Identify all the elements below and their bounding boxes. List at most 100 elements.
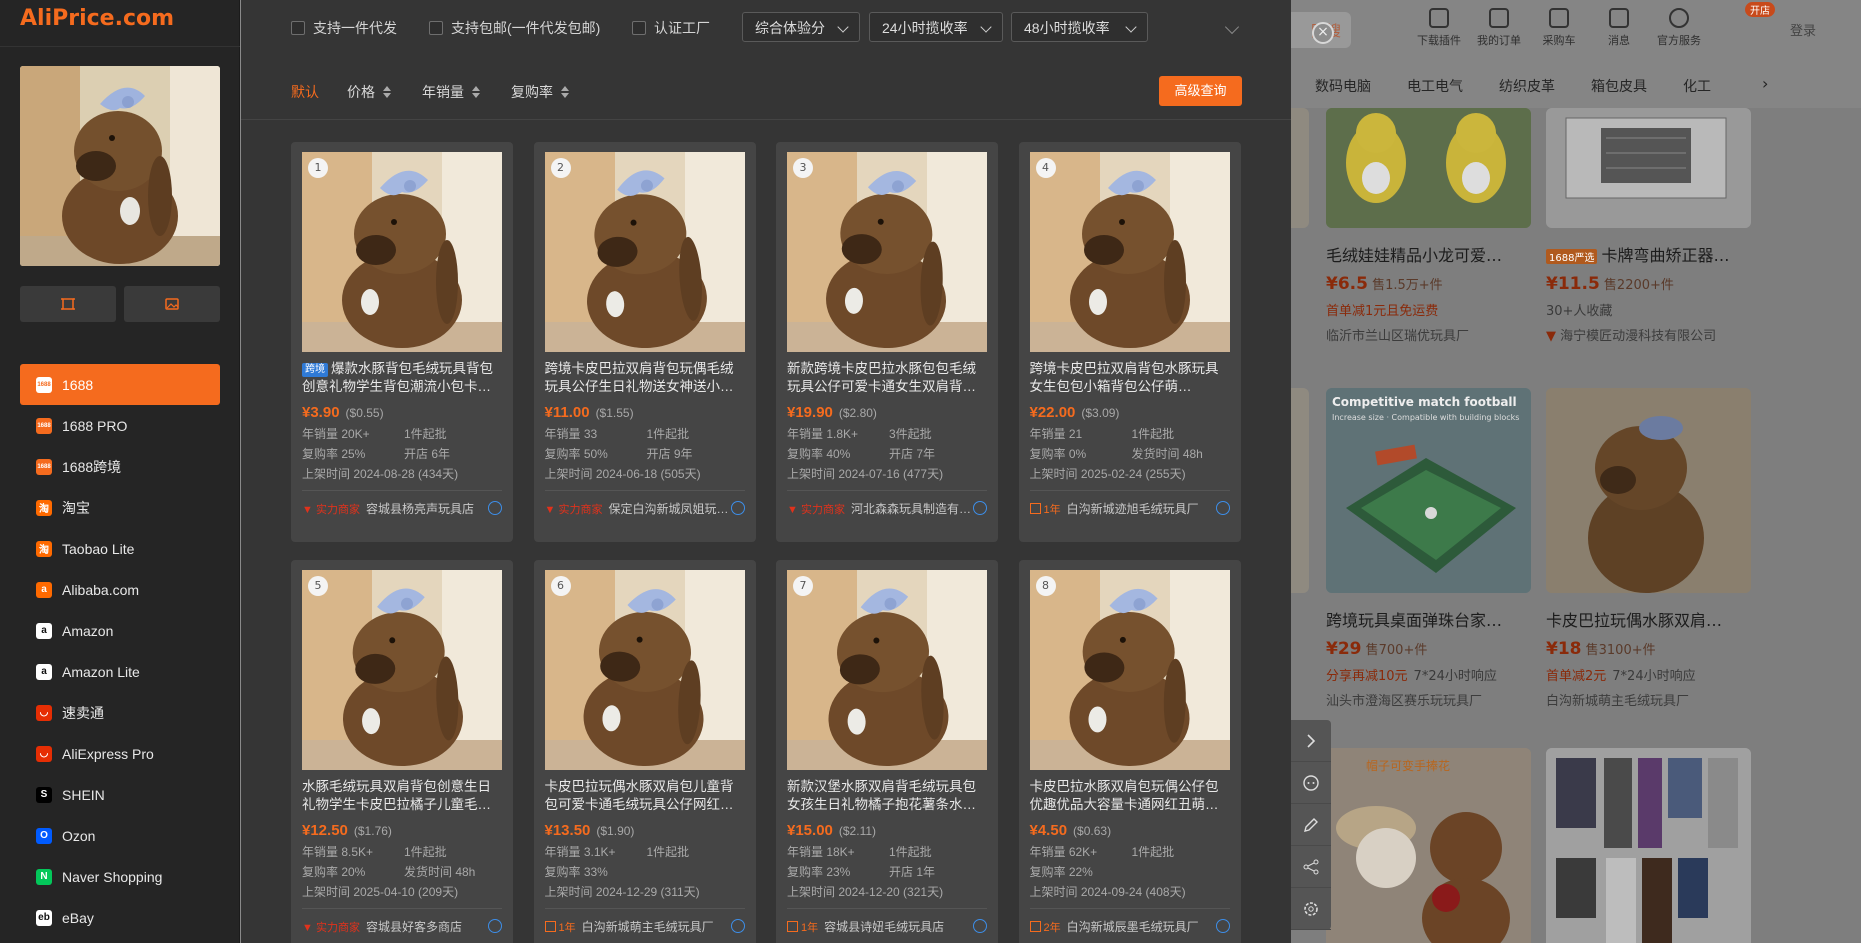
chevron-right-icon[interactable] bbox=[1291, 720, 1331, 762]
dropdown-24h-pickup[interactable]: 24小时揽收率 bbox=[869, 12, 1003, 42]
platform-item[interactable]: a Alibaba.com bbox=[20, 569, 220, 610]
bg-login-link[interactable]: 登录 bbox=[1790, 20, 1816, 39]
bg-header-messages[interactable]: 消息 bbox=[1589, 8, 1649, 48]
bg-header-cart[interactable]: 采购车 bbox=[1529, 8, 1589, 48]
platform-item[interactable]: eb eBay bbox=[20, 897, 220, 938]
bg-category[interactable]: 数码电脑 bbox=[1315, 76, 1371, 96]
shop-chat-icon[interactable] bbox=[1215, 501, 1230, 515]
shop-chat-icon[interactable] bbox=[1215, 919, 1230, 933]
product-title[interactable]: 跨境 爆款水豚背包毛绒玩具背包创意礼物学生背包潮流小包卡… bbox=[302, 360, 502, 396]
shop-name[interactable]: 保定白沟新城凤姐玩… bbox=[608, 500, 728, 517]
platform-item[interactable]: ◡ AliExpress Pro bbox=[20, 733, 220, 774]
shop-chat-icon[interactable] bbox=[730, 501, 745, 515]
bg-product-card[interactable]: 1688严选 卡牌弯曲矫正器… ¥11.5 售2200+件 30+人收藏 ▼ 海宁… bbox=[1546, 108, 1751, 344]
shop-row[interactable]: ▼ 实力商家 容城县好客多商店 bbox=[302, 908, 502, 935]
crop-button[interactable] bbox=[20, 286, 116, 322]
shop-row[interactable]: ▼ 实力商家 河北森森玩具制造有… bbox=[787, 490, 987, 517]
shop-row[interactable]: 1年 容城县诗妞毛绒玩具店 bbox=[787, 908, 987, 935]
platform-item[interactable]: 1688 1688跨境 bbox=[20, 446, 220, 487]
advanced-search-button[interactable]: 高级查询 bbox=[1159, 76, 1242, 106]
shop-name[interactable]: 容城县诗妞毛绒玩具店 bbox=[824, 918, 944, 935]
upload-image-button[interactable] bbox=[124, 286, 220, 322]
shop-chat-icon[interactable] bbox=[973, 501, 987, 515]
product-title[interactable]: 卡皮巴拉水豚双肩包玩偶公仔包优趣优品大容量卡通网红丑萌… bbox=[1030, 778, 1230, 814]
shop-row[interactable]: 2年 白沟新城辰墨毛绒玩具厂 bbox=[1029, 908, 1230, 935]
bg-product-card[interactable] bbox=[1546, 748, 1751, 943]
bg-category[interactable]: 箱包皮具 bbox=[1591, 76, 1647, 96]
filter-free-shipping[interactable]: 支持包邮(一件代发包邮) bbox=[429, 18, 600, 38]
shop-row[interactable]: ▼ 实力商家 保定白沟新城凤姐玩… bbox=[544, 490, 745, 517]
bg-product-shop[interactable]: 白沟新城萌主毛绒玩具厂 bbox=[1546, 690, 1751, 709]
product-title[interactable]: 跨境卡皮巴拉双肩背包水豚玩具女生包包小箱背包公仔萌… bbox=[1030, 360, 1230, 396]
shop-chat-icon[interactable] bbox=[730, 919, 745, 933]
expand-filters-icon[interactable] bbox=[1224, 19, 1240, 35]
product-card[interactable]: 4 跨境卡皮巴拉双肩背包水豚玩具女生包包小箱背包公仔萌… ¥22.00 ($3.0… bbox=[1018, 142, 1241, 542]
product-title[interactable]: 水豚毛绒玩具双肩背包创意生日礼物学生卡皮巴拉橘子儿童毛… bbox=[302, 778, 502, 814]
edit-icon[interactable] bbox=[1291, 804, 1331, 846]
gear-icon[interactable] bbox=[1291, 888, 1331, 930]
sort-price[interactable]: 价格 bbox=[347, 82, 391, 102]
platform-item[interactable]: a Amazon bbox=[20, 610, 220, 651]
product-card[interactable]: 2 跨境卡皮巴拉双肩背包玩偶毛绒玩具公仔生日礼物送女神送小… ¥11.00 ($1… bbox=[533, 142, 756, 542]
checkbox[interactable] bbox=[291, 21, 305, 35]
product-card[interactable]: 8 卡皮巴拉水豚双肩包玩偶公仔包优趣优品大容量卡通网红丑萌… ¥4.50 ($0.… bbox=[1018, 560, 1241, 943]
shop-name[interactable]: 白沟新城迹旭毛绒玩具厂 bbox=[1067, 500, 1199, 517]
platform-item[interactable]: 淘淘宝 bbox=[20, 487, 220, 528]
platform-item[interactable]: N Naver Shopping bbox=[20, 856, 220, 897]
platform-item[interactable]: 淘 Taobao Lite bbox=[20, 528, 220, 569]
shop-chat-icon[interactable] bbox=[973, 919, 987, 933]
chat-icon[interactable] bbox=[1291, 762, 1331, 804]
share-icon[interactable] bbox=[1291, 846, 1331, 888]
chevron-right-icon[interactable]: › bbox=[1762, 74, 1768, 93]
shop-name[interactable]: 河北森森玩具制造有… bbox=[851, 500, 971, 517]
bg-category[interactable]: 化工 bbox=[1683, 76, 1711, 96]
product-title[interactable]: 新款跨境卡皮巴拉水豚包包毛绒玩具公仔可爱卡通女生双肩背… bbox=[787, 360, 987, 396]
product-card[interactable]: 7 新款汉堡水豚双肩背毛绒玩具包女孩生日礼物橘子抱花薯条水… ¥15.00 ($2… bbox=[776, 560, 998, 943]
product-title[interactable]: 跨境卡皮巴拉双肩背包玩偶毛绒玩具公仔生日礼物送女神送小… bbox=[545, 360, 745, 396]
product-card[interactable]: 5 水豚毛绒玩具双肩背包创意生日礼物学生卡皮巴拉橘子儿童毛… ¥12.50 ($1… bbox=[291, 560, 513, 943]
shop-chat-icon[interactable] bbox=[488, 501, 502, 515]
bg-category[interactable]: 纺织皮革 bbox=[1499, 76, 1555, 96]
shop-row[interactable]: ▼ 实力商家 容城县杨亮声玩具店 bbox=[302, 490, 502, 517]
filter-certified-factory[interactable]: 认证工厂 bbox=[632, 18, 710, 38]
shop-chat-icon[interactable] bbox=[488, 919, 502, 933]
close-icon[interactable]: × bbox=[1312, 22, 1334, 44]
product-image[interactable]: 3 bbox=[787, 152, 987, 352]
bg-product-card[interactable]: 卡皮巴拉玩偶水豚双肩… ¥18 售3100+件 首单减2元 7*24小时响应 白沟… bbox=[1546, 388, 1751, 709]
bg-header-service[interactable]: 官方服务 bbox=[1649, 8, 1709, 48]
shop-name[interactable]: 白沟新城辰墨毛绒玩具厂 bbox=[1067, 918, 1199, 935]
platform-item[interactable]: 1688 1688 bbox=[20, 364, 220, 405]
sort-repurchase-rate[interactable]: 复购率 bbox=[511, 82, 569, 102]
product-title[interactable]: 卡皮巴拉玩偶水豚双肩包儿童背包可爱卡通毛绒玩具公仔网红… bbox=[545, 778, 745, 814]
bg-header-my-orders[interactable]: 我的订单 bbox=[1469, 8, 1529, 48]
sort-default[interactable]: 默认 bbox=[291, 82, 319, 102]
product-image[interactable]: 6 bbox=[544, 570, 745, 770]
shop-name[interactable]: 容城县好客多商店 bbox=[366, 918, 462, 935]
bg-product-card[interactable]: 帽子可变手捧花 bbox=[1326, 748, 1531, 943]
product-card[interactable]: 3 新款跨境卡皮巴拉水豚包包毛绒玩具公仔可爱卡通女生双肩背… ¥19.90 ($2… bbox=[776, 142, 998, 542]
product-image[interactable]: 7 bbox=[787, 570, 987, 770]
bg-product-shop[interactable]: 临沂市兰山区瑞优玩具厂 bbox=[1326, 325, 1531, 344]
platform-item[interactable]: 1688 1688 PRO bbox=[20, 405, 220, 446]
product-image[interactable]: 1 bbox=[302, 152, 502, 352]
product-card[interactable]: 6 卡皮巴拉玩偶水豚双肩包儿童背包可爱卡通毛绒玩具公仔网红… ¥13.50 ($1… bbox=[533, 560, 756, 943]
bg-category[interactable]: 电工电气 bbox=[1407, 76, 1463, 96]
platform-item[interactable]: a Amazon Lite bbox=[20, 651, 220, 692]
dropdown-overall-score[interactable]: 综合体验分 bbox=[742, 12, 860, 42]
bg-product-shop[interactable]: ▼ 海宁模匠动漫科技有限公司 bbox=[1546, 325, 1751, 344]
bg-product-card[interactable]: Competitive match football Increase size … bbox=[1326, 388, 1531, 709]
sort-annual-sales[interactable]: 年销量 bbox=[422, 82, 480, 102]
bg-product-card[interactable]: 毛绒娃娃精品小龙可爱… ¥6.5 售1.5万+件 首单减1元且免运费 临沂市兰山… bbox=[1326, 108, 1531, 344]
platform-item[interactable]: S SHEIN bbox=[20, 774, 220, 815]
product-image[interactable]: 8 bbox=[1029, 570, 1230, 770]
bg-product-shop[interactable]: 汕头市澄海区赛乐玩玩具厂 bbox=[1326, 690, 1531, 709]
dropdown-48h-pickup[interactable]: 48小时揽收率 bbox=[1011, 12, 1148, 42]
product-image[interactable]: 5 bbox=[302, 570, 502, 770]
aliprice-logo[interactable]: AliPrice.com bbox=[20, 6, 174, 31]
product-image[interactable]: 4 bbox=[1029, 152, 1230, 352]
bg-header-download-plugin[interactable]: 下载插件 bbox=[1409, 8, 1469, 48]
checkbox[interactable] bbox=[632, 21, 646, 35]
product-card[interactable]: 1 跨境 爆款水豚背包毛绒玩具背包创意礼物学生背包潮流小包卡… ¥3.90 ($0.… bbox=[291, 142, 513, 542]
product-image[interactable]: 2 bbox=[544, 152, 745, 352]
shop-name[interactable]: 白沟新城萌主毛绒玩具厂 bbox=[582, 918, 714, 935]
